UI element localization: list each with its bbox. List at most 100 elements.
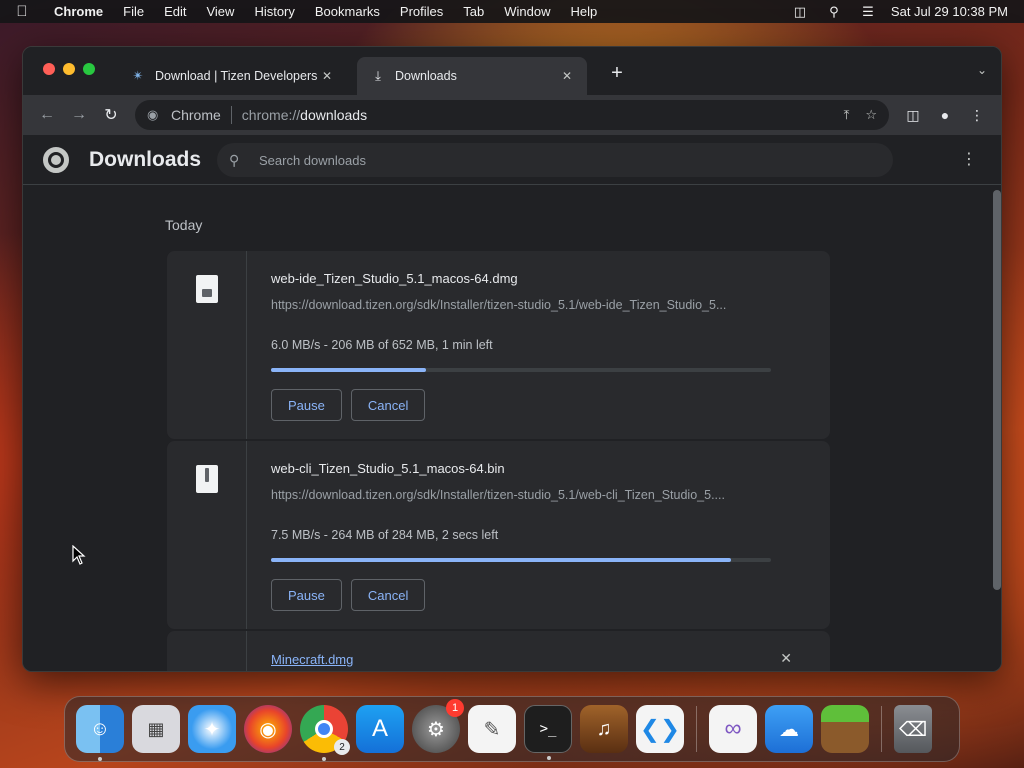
downloads-more-icon[interactable]: ⋮ (961, 149, 977, 169)
search-input[interactable] (259, 152, 893, 168)
zipped-file-icon (196, 465, 218, 493)
textedit-icon[interactable]: ✎ (468, 705, 516, 753)
system-settings-icon[interactable]: ⚙ 1 (412, 699, 464, 753)
screen-mirroring-icon[interactable]: ◫ (783, 4, 817, 20)
remove-from-list-icon[interactable]: ✕ (780, 650, 792, 667)
mouse-pointer-icon (72, 544, 86, 570)
app-store-icon[interactable]: A (356, 705, 404, 753)
pause-button[interactable]: Pause (271, 389, 342, 421)
menu-view[interactable]: View (196, 4, 244, 19)
menu-edit[interactable]: Edit (154, 4, 196, 19)
menu-app-name[interactable]: Chrome (44, 4, 113, 19)
zoom-window-button[interactable] (83, 63, 95, 75)
forward-arrow-icon[interactable]: → (63, 106, 95, 124)
profile-avatar-icon[interactable]: ● (929, 107, 961, 123)
minimize-window-button[interactable] (63, 63, 75, 75)
url-path: downloads (300, 107, 368, 123)
menu-bar-status-area: ◫ ⚲ ☰ Sat Jul 29 10:38 PM (783, 4, 1024, 20)
menu-bar-clock[interactable]: Sat Jul 29 10:38 PM (885, 4, 1008, 19)
menu-bookmarks[interactable]: Bookmarks (305, 4, 390, 19)
downloads-header: Downloads ⚲ ⋮ (23, 135, 1001, 185)
date-group-header: Today (165, 217, 203, 233)
address-bar-divider (230, 106, 232, 124)
download-item: Minecraft.dmg ✕ (166, 631, 830, 671)
file-icon-cell (167, 631, 247, 671)
file-url[interactable]: https://download.tizen.org/sdk/Installer… (271, 488, 771, 502)
back-arrow-icon[interactable]: ← (31, 106, 63, 124)
visual-studio-icon[interactable]: ∞ (709, 705, 757, 753)
window-controls (43, 63, 95, 75)
terminal-icon[interactable]: >_ (524, 705, 572, 760)
spotlight-search-icon[interactable]: ⚲ (817, 4, 851, 20)
share-icon[interactable]: ⤒ (844, 107, 850, 123)
garageband-icon[interactable]: ♫ (580, 705, 628, 753)
new-tab-button[interactable]: + (607, 62, 627, 85)
launchpad-icon[interactable]: ▦ (132, 705, 180, 753)
running-indicator (547, 756, 551, 760)
download-item: web-ide_Tizen_Studio_5.1_macos-64.dmg ht… (166, 251, 830, 439)
chrome-page-icon: ◉ (147, 107, 159, 122)
finder-icon[interactable]: ☺ (76, 705, 124, 761)
firefox-icon[interactable]: ◉ (244, 705, 292, 753)
disk-image-file-icon (196, 275, 218, 303)
tab-tizen-developers[interactable]: ✴ Download | Tizen Developers ✕ (117, 57, 347, 95)
progress-bar (271, 368, 771, 372)
address-bar-chip: Chrome (171, 107, 221, 123)
bookmark-star-icon[interactable]: ☆ (865, 107, 877, 123)
cancel-button[interactable]: Cancel (350, 579, 426, 611)
trash-icon[interactable]: ⌫ (894, 705, 932, 753)
url-scheme: chrome:// (241, 107, 301, 123)
download-actions: Pause Cancel (271, 389, 771, 421)
close-window-button[interactable] (43, 63, 55, 75)
weather-icon[interactable]: ☁ (765, 705, 813, 753)
close-tab-icon[interactable]: ✕ (559, 69, 575, 83)
file-name-link[interactable]: Minecraft.dmg (271, 652, 353, 667)
tizen-star-icon: ✴ (132, 68, 144, 83)
menu-file[interactable]: File (113, 4, 154, 19)
side-panel-icon[interactable]: ◫ (897, 107, 929, 124)
running-indicator (98, 757, 102, 761)
chrome-logo-icon (43, 146, 69, 173)
pause-button[interactable]: Pause (271, 579, 342, 611)
kebab-menu-icon[interactable]: ⋮ (961, 107, 993, 124)
close-tab-icon[interactable]: ✕ (319, 69, 335, 83)
tab-title: Downloads (395, 69, 457, 83)
tab-title: Download | Tizen Developers (155, 69, 318, 83)
vscode-icon[interactable]: ❮❯ (636, 705, 684, 753)
address-bar[interactable]: ◉ Chrome chrome://downloads ⤒ ☆ (135, 100, 889, 130)
download-item: web-cli_Tizen_Studio_5.1_macos-64.bin ht… (166, 441, 830, 629)
address-bar-actions: ⤒ ☆ (844, 107, 877, 123)
reload-icon[interactable]: ↻ (95, 105, 127, 125)
file-url[interactable]: https://download.tizen.org/sdk/Installer… (271, 298, 771, 312)
download-item-body: web-cli_Tizen_Studio_5.1_macos-64.bin ht… (271, 461, 771, 611)
chrome-window: ✴ Download | Tizen Developers ✕ ⤓ Downlo… (22, 46, 1002, 672)
safari-icon[interactable]: ✦ (188, 705, 236, 753)
menu-profiles[interactable]: Profiles (390, 4, 453, 19)
page-title: Downloads (89, 147, 202, 171)
download-item-body: Minecraft.dmg (271, 651, 771, 669)
menu-tab[interactable]: Tab (453, 4, 494, 19)
search-box[interactable]: ⚲ (217, 143, 893, 177)
menu-history[interactable]: History (244, 4, 304, 19)
chrome-dock-icon[interactable]: 2 (300, 705, 350, 761)
download-item-body: web-ide_Tizen_Studio_5.1_macos-64.dmg ht… (271, 271, 771, 421)
menu-window[interactable]: Window (494, 4, 560, 19)
notification-badge: 1 (446, 699, 464, 717)
file-icon-cell (167, 251, 247, 439)
tab-search-chevron-icon[interactable]: ⌄ (977, 63, 987, 77)
file-name: web-ide_Tizen_Studio_5.1_macos-64.dmg (271, 271, 518, 286)
page-scrollbar[interactable] (993, 190, 1001, 590)
dock: ☺ ▦ ✦ ◉ 2 A ⚙ 1 ✎ >_ ♫ ❮❯ ∞ ☁ ⌫ (64, 696, 960, 762)
address-bar-url[interactable]: chrome://downloads (242, 107, 367, 123)
download-status: 7.5 MB/s - 264 MB of 284 MB, 2 secs left (271, 528, 499, 542)
progress-fill (271, 558, 731, 562)
download-status: 6.0 MB/s - 206 MB of 652 MB, 1 min left (271, 338, 493, 352)
menu-help[interactable]: Help (561, 4, 608, 19)
control-center-icon[interactable]: ☰ (851, 4, 885, 20)
progress-fill (271, 368, 426, 372)
tab-downloads[interactable]: ⤓ Downloads ✕ (357, 57, 587, 95)
download-actions: Pause Cancel (271, 579, 771, 611)
minecraft-icon[interactable] (821, 705, 869, 753)
cancel-button[interactable]: Cancel (350, 389, 426, 421)
apple-menu-icon[interactable]:  (0, 3, 44, 20)
